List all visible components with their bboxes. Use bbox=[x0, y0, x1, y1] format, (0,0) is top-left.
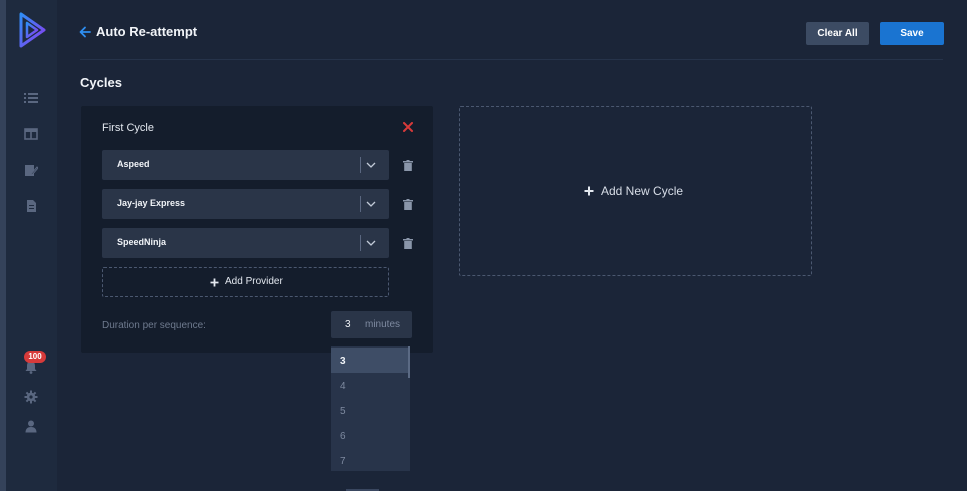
page-title: Auto Re-attempt bbox=[96, 24, 198, 39]
trash-icon[interactable] bbox=[403, 199, 413, 210]
header-divider bbox=[80, 59, 943, 60]
add-new-cycle-label: Add New Cycle bbox=[601, 184, 684, 198]
provider-label: SpeedNinja bbox=[117, 237, 167, 247]
provider-select[interactable]: Jay-jay Express bbox=[102, 189, 389, 219]
duration-value: 3 bbox=[345, 319, 351, 330]
trash-icon[interactable] bbox=[403, 238, 413, 249]
select-divider bbox=[360, 157, 361, 173]
duration-option[interactable]: 7 bbox=[331, 448, 408, 471]
logo-icon[interactable] bbox=[18, 12, 46, 48]
layout-icon[interactable] bbox=[24, 127, 38, 141]
chevron-down-icon[interactable] bbox=[366, 199, 376, 209]
duration-select[interactable]: 3 minutes bbox=[331, 311, 412, 338]
user-icon[interactable] bbox=[24, 419, 38, 433]
duration-option[interactable]: 3 bbox=[331, 348, 408, 373]
provider-label: Aspeed bbox=[117, 159, 150, 169]
dropdown-scrollbar[interactable] bbox=[408, 346, 410, 378]
trash-icon[interactable] bbox=[403, 160, 413, 171]
duration-option[interactable]: 5 bbox=[331, 398, 408, 423]
select-divider bbox=[360, 235, 361, 251]
plus-icon bbox=[584, 186, 594, 196]
cycle-title: First Cycle bbox=[102, 122, 154, 134]
provider-label: Jay-jay Express bbox=[117, 198, 186, 208]
back-arrow-icon[interactable] bbox=[79, 26, 91, 38]
duration-dropdown: 3 4 5 6 7 bbox=[331, 346, 410, 471]
section-title: Cycles bbox=[80, 75, 122, 90]
add-new-cycle-button[interactable]: Add New Cycle bbox=[459, 106, 812, 276]
duration-unit: minutes bbox=[365, 319, 401, 330]
cycle-card: First Cycle Aspeed Jay-jay Express Speed… bbox=[81, 106, 433, 353]
plus-icon bbox=[210, 278, 219, 287]
duration-label: Duration per sequence: bbox=[102, 320, 206, 331]
sidebar: 100 bbox=[6, 0, 57, 491]
remove-cycle-icon[interactable] bbox=[403, 122, 413, 132]
save-button[interactable]: Save bbox=[880, 22, 944, 45]
edit-icon[interactable] bbox=[24, 163, 38, 177]
select-divider bbox=[360, 196, 361, 212]
add-provider-label: Add Provider bbox=[225, 276, 283, 287]
document-icon[interactable] bbox=[24, 199, 38, 213]
duration-option[interactable]: 6 bbox=[331, 423, 408, 448]
chevron-down-icon[interactable] bbox=[366, 238, 376, 248]
duration-option[interactable]: 4 bbox=[331, 373, 408, 398]
list-icon[interactable] bbox=[24, 91, 38, 105]
chevron-down-icon[interactable] bbox=[366, 160, 376, 170]
provider-select[interactable]: Aspeed bbox=[102, 150, 389, 180]
gear-icon[interactable] bbox=[24, 390, 38, 404]
notification-badge: 100 bbox=[24, 351, 46, 363]
provider-select[interactable]: SpeedNinja bbox=[102, 228, 389, 258]
clear-all-button[interactable]: Clear All bbox=[806, 22, 869, 45]
add-provider-button[interactable]: Add Provider bbox=[102, 267, 389, 297]
